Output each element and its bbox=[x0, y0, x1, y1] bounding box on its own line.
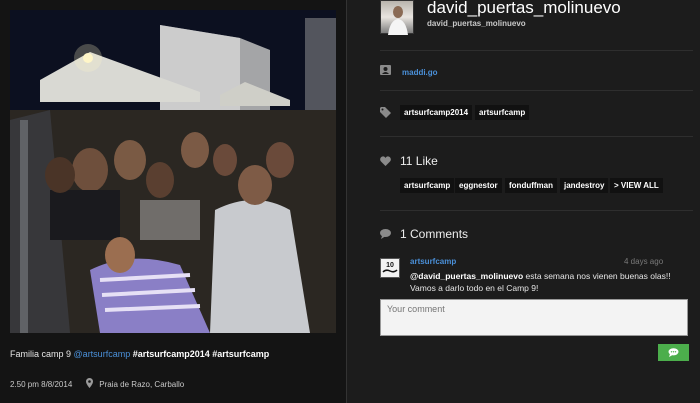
profile-username[interactable]: david_puertas_molinuevo bbox=[427, 0, 621, 18]
divider bbox=[380, 50, 693, 51]
profile-avatar[interactable] bbox=[380, 0, 414, 35]
comment-text: @david_puertas_molinuevo esta semana nos… bbox=[410, 270, 692, 294]
post-place[interactable]: Praia de Razo, Carballo bbox=[99, 380, 184, 389]
details-panel: david_puertas_molinuevo david_puertas_mo… bbox=[347, 0, 700, 403]
tag-chip[interactable]: artsurfcamp2014 bbox=[400, 105, 473, 120]
divider bbox=[380, 90, 693, 91]
divider bbox=[380, 210, 693, 211]
comment-input[interactable] bbox=[380, 299, 688, 336]
comments-count: 1 Comments bbox=[400, 227, 469, 241]
like-user-chip[interactable]: jandestroy bbox=[560, 178, 609, 193]
like-user-chip[interactable]: fonduffman bbox=[505, 178, 557, 193]
send-comment-button[interactable] bbox=[658, 344, 689, 361]
comment-author-avatar[interactable]: 10 bbox=[380, 258, 400, 278]
post-time: 2.50 pm 8/8/2014 bbox=[10, 379, 73, 389]
comment-author-link[interactable]: artsurfcamp bbox=[410, 257, 456, 266]
comment-icon bbox=[380, 229, 391, 242]
location-link[interactable]: maddi.go bbox=[402, 68, 438, 77]
location-pin-icon bbox=[86, 378, 94, 390]
svg-text:10: 10 bbox=[386, 262, 394, 269]
post-photo[interactable] bbox=[10, 10, 336, 333]
user-location-icon bbox=[380, 64, 391, 78]
comment-mention-link[interactable]: @david_puertas_molinuevo bbox=[410, 271, 523, 281]
chat-bubble-icon bbox=[668, 345, 679, 360]
photo-illustration bbox=[10, 10, 336, 333]
caption-mention-link[interactable]: @artsurfcamp bbox=[74, 349, 131, 359]
like-user-chip[interactable]: eggnestor bbox=[455, 178, 502, 193]
view-all-likes-button[interactable]: > VIEW ALL bbox=[610, 178, 663, 193]
caption-title: Familia camp 9 bbox=[10, 349, 72, 359]
profile-handle[interactable]: david_puertas_molinuevo bbox=[427, 19, 526, 28]
divider bbox=[380, 136, 693, 137]
caption-hashtags[interactable]: #artsurfcamp2014 #artsurfcamp bbox=[133, 349, 270, 359]
post-caption: Familia camp 9 @artsurfcamp #artsurfcamp… bbox=[10, 349, 269, 359]
tag-chip[interactable]: artsurfcamp bbox=[475, 105, 530, 120]
heart-icon bbox=[380, 156, 391, 169]
photo-panel: Familia camp 9 @artsurfcamp #artsurfcamp… bbox=[0, 0, 346, 403]
post-meta: 2.50 pm 8/8/2014 Praia de Razo, Carballo bbox=[10, 378, 184, 390]
comment-timestamp: 4 days ago bbox=[624, 257, 664, 266]
likes-count: 11 Like bbox=[400, 154, 438, 168]
like-user-chip[interactable]: artsurfcamp bbox=[400, 178, 455, 193]
tag-icon bbox=[380, 107, 391, 121]
